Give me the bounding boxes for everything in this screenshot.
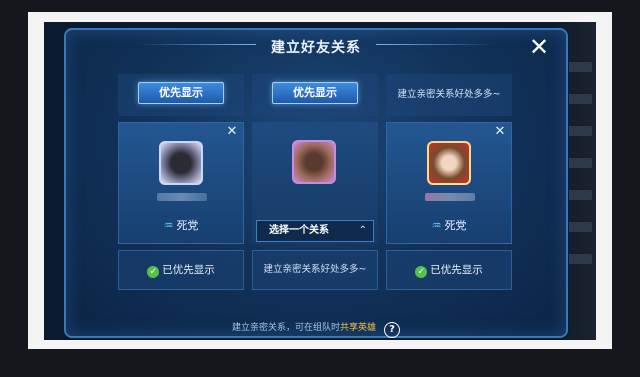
title-decoration-left <box>136 44 256 45</box>
rune-icon: ♒ <box>163 219 174 232</box>
check-icon: ✓ <box>147 266 160 278</box>
background-strip <box>566 190 592 200</box>
friend-name-blurred <box>157 193 207 201</box>
remove-friend-icon[interactable]: ✕ <box>225 125 239 139</box>
priority-status-label: 已优先显示 <box>430 264 483 276</box>
relation-slot-2: 优先显示 选择一个关系 ⌃ 建立亲密关系好处多多~ <box>252 74 378 312</box>
relation-slot-1: 优先显示 ✕ ♒ 死党 ✓ 已优先显示 <box>118 74 244 312</box>
select-relation-label: 选择一个关系 <box>269 225 329 236</box>
relation-type-label: 死党 <box>176 219 199 232</box>
relation-slot-3: 建立亲密关系好处多多~ ✕ ♒ 死党 ✓ 已优先显示 <box>386 74 512 312</box>
background-strip <box>566 94 592 104</box>
relation-type: ♒ 死党 <box>119 217 243 233</box>
priority-status-label: 已优先显示 <box>162 264 215 276</box>
title-bar: 建立好友关系 ✕ <box>66 30 566 66</box>
relation-benefit-text: 建立亲密关系好处多多~ <box>252 250 378 290</box>
friend-avatar[interactable] <box>292 140 336 184</box>
relation-type-label: 死党 <box>444 219 467 232</box>
title-decoration-right <box>376 44 496 45</box>
background-strip <box>566 158 592 168</box>
background-strip <box>566 254 592 264</box>
friend-card: ✕ ♒ 死党 <box>118 122 244 244</box>
background-strip <box>566 62 592 72</box>
check-icon: ✓ <box>415 266 428 278</box>
slot-top: 优先显示 <box>252 74 378 116</box>
priority-status: ✓ 已优先显示 <box>386 250 512 290</box>
remove-friend-icon[interactable]: ✕ <box>493 125 507 139</box>
footer-text: 建立亲密关系，可在组队时 <box>231 323 340 333</box>
rune-icon: ♒ <box>431 219 442 232</box>
slot-top: 建立亲密关系好处多多~ <box>386 74 512 116</box>
friend-card: ✕ ♒ 死党 <box>386 122 512 244</box>
background-strip <box>566 126 592 136</box>
help-icon[interactable]: ? <box>384 322 401 338</box>
chevron-up-icon: ⌃ <box>358 225 367 236</box>
friend-avatar[interactable] <box>159 141 203 185</box>
select-relation-dropdown[interactable]: 选择一个关系 ⌃ <box>256 220 374 242</box>
relation-benefit-text: 建立亲密关系好处多多~ <box>397 89 501 100</box>
priority-display-button[interactable]: 优先显示 <box>272 82 358 104</box>
background-strip <box>566 222 592 232</box>
footer-highlight: 共享英雄 <box>340 323 377 333</box>
slot-top: 优先显示 <box>118 74 244 116</box>
priority-display-button[interactable]: 优先显示 <box>138 82 224 104</box>
friend-relation-dialog: 建立好友关系 ✕ 优先显示 ✕ ♒ 死党 ✓ 已优先显示 优先显示 选择一个关系… <box>64 28 568 338</box>
priority-status: ✓ 已优先显示 <box>118 250 244 290</box>
close-icon[interactable]: ✕ <box>526 34 552 60</box>
relation-type: ♒ 死党 <box>387 217 511 233</box>
game-screen: 建立好友关系 ✕ 优先显示 ✕ ♒ 死党 ✓ 已优先显示 优先显示 选择一个关系… <box>44 22 596 340</box>
dialog-footer: 建立亲密关系，可在组队时共享英雄? <box>66 320 566 338</box>
friend-name-blurred <box>425 193 475 201</box>
friend-avatar[interactable] <box>427 141 471 185</box>
dialog-title: 建立好友关系 <box>271 40 361 56</box>
